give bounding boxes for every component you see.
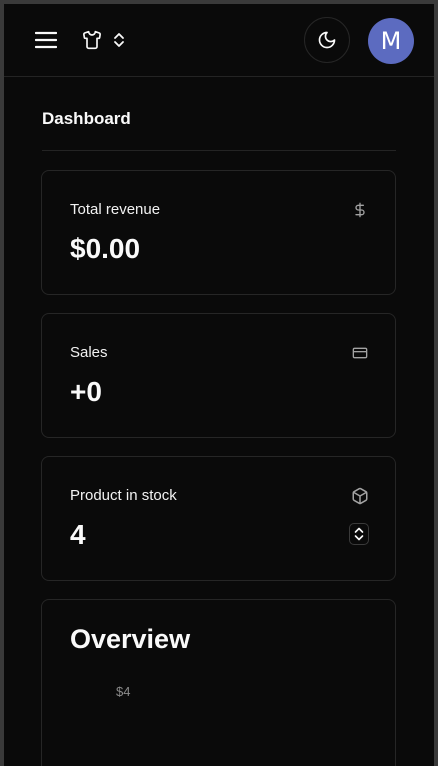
store-switcher-button[interactable]	[78, 24, 132, 56]
page-title: Dashboard	[42, 109, 131, 128]
card-label: Product in stock	[70, 487, 177, 504]
overview-title: Overview	[70, 624, 191, 654]
scroll-stepper[interactable]	[349, 523, 369, 545]
card-value: $0.00	[70, 233, 141, 264]
user-avatar[interactable]: M	[368, 18, 414, 64]
divider	[42, 150, 396, 151]
theme-toggle-button[interactable]	[304, 17, 350, 63]
product-stock-card: Product in stock 4	[41, 456, 396, 581]
menu-button[interactable]	[30, 24, 62, 56]
card-value: 4	[70, 519, 86, 550]
menu-icon	[35, 31, 57, 49]
dollar-sign-icon	[351, 201, 369, 219]
shirt-icon	[83, 30, 101, 50]
app-window: M Dashboard Total revenue $0.00 Sales +0…	[4, 4, 434, 766]
card-label: Total revenue	[70, 201, 161, 218]
avatar-initial: M	[380, 27, 402, 55]
total-revenue-card: Total revenue $0.00	[41, 170, 396, 295]
top-navbar: M	[4, 4, 434, 77]
card-label: Sales	[70, 344, 108, 361]
credit-card-icon	[351, 344, 369, 362]
package-icon	[351, 487, 369, 505]
overview-card: Overview $4	[41, 599, 396, 766]
card-value: +0	[70, 376, 102, 407]
moon-icon	[318, 31, 336, 49]
chevrons-up-down-icon	[114, 33, 124, 47]
sales-card: Sales +0	[41, 313, 396, 438]
chevrons-up-down-icon	[354, 527, 364, 541]
y-tick-label: $4	[116, 684, 131, 699]
